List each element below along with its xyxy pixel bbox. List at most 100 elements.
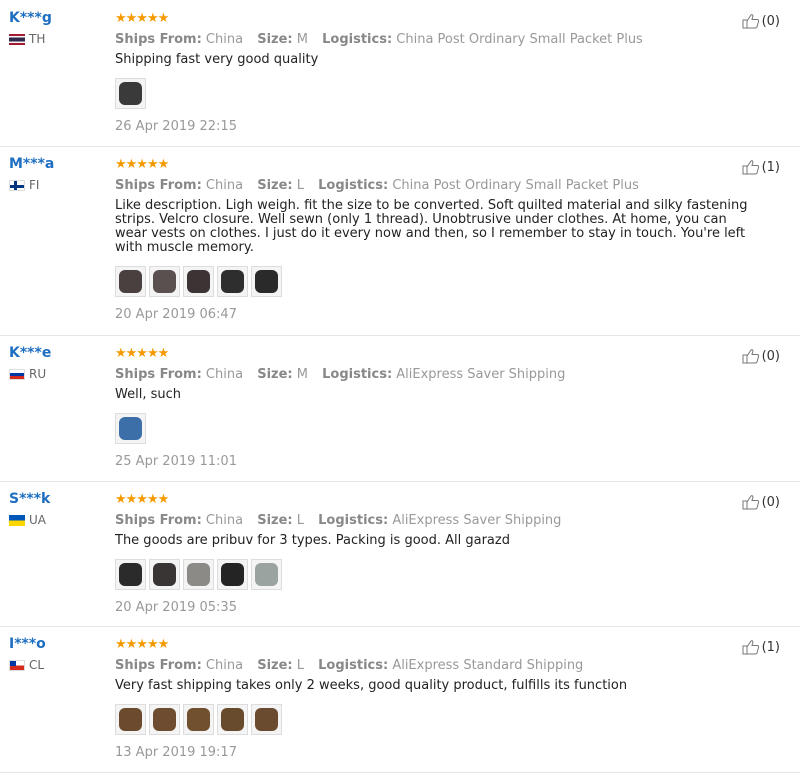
country-code: FI xyxy=(29,178,40,192)
size-value: L xyxy=(296,658,304,673)
photo-content xyxy=(187,563,210,586)
ships-from-label: Ships From: xyxy=(115,178,202,193)
review-photo-thumbnail[interactable] xyxy=(115,266,146,297)
photo-content xyxy=(255,708,278,731)
size-label: Size: xyxy=(257,178,293,193)
size-value: M xyxy=(296,367,308,382)
helpful-count: (0) xyxy=(761,494,780,510)
helpful-button[interactable]: (0) xyxy=(742,13,780,29)
photo-content xyxy=(119,270,142,293)
review-text: Shipping fast very good quality xyxy=(115,52,319,67)
ships-from-label: Ships From: xyxy=(115,367,202,382)
review-body: ★★★★★ Ships From: China Size: L Logistic… xyxy=(115,493,770,615)
reviewer-name[interactable]: K***e xyxy=(9,344,51,362)
reviewer-info: S***k UA xyxy=(9,490,50,527)
order-info: Ships From: China Size: M Logistics: Chi… xyxy=(115,32,770,48)
helpful-button[interactable]: (0) xyxy=(742,494,780,510)
photo-content xyxy=(255,563,278,586)
logistics-label: Logistics: xyxy=(318,658,389,673)
review-body: ★★★★★ Ships From: China Size: M Logistic… xyxy=(115,12,770,134)
review-photo-thumbnail[interactable] xyxy=(183,559,214,590)
review-photo-thumbnail[interactable] xyxy=(251,704,282,735)
size-label: Size: xyxy=(257,367,293,382)
review-photo-thumbnail[interactable] xyxy=(115,559,146,590)
review-body: ★★★★★ Ships From: China Size: M Logistic… xyxy=(115,347,770,469)
helpful-count: (0) xyxy=(761,348,780,364)
country-flag-icon xyxy=(9,514,25,526)
country-flag-icon xyxy=(9,33,25,45)
helpful-button[interactable]: (0) xyxy=(742,348,780,364)
reviewer-name[interactable]: S***k xyxy=(9,490,50,508)
review-date: 20 Apr 2019 06:47 xyxy=(115,307,237,322)
review-date: 13 Apr 2019 19:17 xyxy=(115,745,237,760)
photo-content xyxy=(221,708,244,731)
review-photo-thumbnail[interactable] xyxy=(217,266,248,297)
review-photo-thumbnail[interactable] xyxy=(149,266,180,297)
ships-from-value: China xyxy=(205,32,244,47)
star-rating: ★★★★★ xyxy=(115,157,169,172)
photo-content xyxy=(153,270,176,293)
photo-content xyxy=(187,708,210,731)
review-photo-thumbnail[interactable] xyxy=(183,266,214,297)
logistics-value: China Post Ordinary Small Packet Plus xyxy=(392,178,639,193)
thumbs-up-icon xyxy=(742,160,759,175)
review-photo-thumbnail[interactable] xyxy=(115,413,146,444)
size-value: L xyxy=(296,178,304,193)
review-photo-thumbnail[interactable] xyxy=(251,559,282,590)
review-photos xyxy=(115,78,770,109)
ships-from-value: China xyxy=(205,513,244,528)
photo-content xyxy=(153,563,176,586)
review-date: 26 Apr 2019 22:15 xyxy=(115,119,237,134)
logistics-label: Logistics: xyxy=(318,178,389,193)
photo-content xyxy=(119,82,142,105)
helpful-button[interactable]: (1) xyxy=(742,639,780,655)
ships-from-label: Ships From: xyxy=(115,32,202,47)
photo-content xyxy=(255,270,278,293)
size-label: Size: xyxy=(257,513,293,528)
photo-content xyxy=(221,563,244,586)
review-photo-thumbnail[interactable] xyxy=(149,704,180,735)
logistics-label: Logistics: xyxy=(318,513,389,528)
country-flag-icon xyxy=(9,659,25,671)
helpful-count: (1) xyxy=(761,159,780,175)
country-code: CL xyxy=(29,658,45,672)
review-text: Very fast shipping takes only 2 weeks, g… xyxy=(115,678,628,693)
review-photo-thumbnail[interactable] xyxy=(149,559,180,590)
star-rating: ★★★★★ xyxy=(115,346,169,361)
photo-content xyxy=(119,563,142,586)
size-value: L xyxy=(296,513,304,528)
review-photo-thumbnail[interactable] xyxy=(217,704,248,735)
reviewer-name[interactable]: M***a xyxy=(9,155,54,173)
review-photos xyxy=(115,559,770,590)
review-body: ★★★★★ Ships From: China Size: L Logistic… xyxy=(115,638,770,760)
review-photo-thumbnail[interactable] xyxy=(183,704,214,735)
helpful-count: (0) xyxy=(761,13,780,29)
review-photos xyxy=(115,413,770,444)
size-label: Size: xyxy=(257,32,293,47)
thumbs-up-icon xyxy=(742,640,759,655)
logistics-value: China Post Ordinary Small Packet Plus xyxy=(396,32,643,47)
review-list: K***g TH ★★★★★ Ships From: China Size: M… xyxy=(0,0,800,773)
review-photo-thumbnail[interactable] xyxy=(251,266,282,297)
photo-content xyxy=(187,270,210,293)
order-info: Ships From: China Size: M Logistics: Ali… xyxy=(115,367,770,383)
reviewer-country: CL xyxy=(9,658,46,672)
reviewer-info: M***a FI xyxy=(9,155,54,192)
reviewer-country: FI xyxy=(9,178,54,192)
review-date: 25 Apr 2019 11:01 xyxy=(115,454,237,469)
reviewer-country: RU xyxy=(9,367,51,381)
review-photo-thumbnail[interactable] xyxy=(115,78,146,109)
size-value: M xyxy=(296,32,308,47)
review-photos xyxy=(115,266,770,297)
review-photo-thumbnail[interactable] xyxy=(217,559,248,590)
logistics-label: Logistics: xyxy=(322,367,393,382)
reviewer-name[interactable]: K***g xyxy=(9,9,52,27)
reviewer-info: K***g TH xyxy=(9,9,52,46)
photo-content xyxy=(119,708,142,731)
reviewer-info: K***e RU xyxy=(9,344,51,381)
logistics-value: AliExpress Standard Shipping xyxy=(392,658,584,673)
thumbs-up-icon xyxy=(742,495,759,510)
review-photo-thumbnail[interactable] xyxy=(115,704,146,735)
helpful-button[interactable]: (1) xyxy=(742,159,780,175)
reviewer-name[interactable]: I***o xyxy=(9,635,46,653)
